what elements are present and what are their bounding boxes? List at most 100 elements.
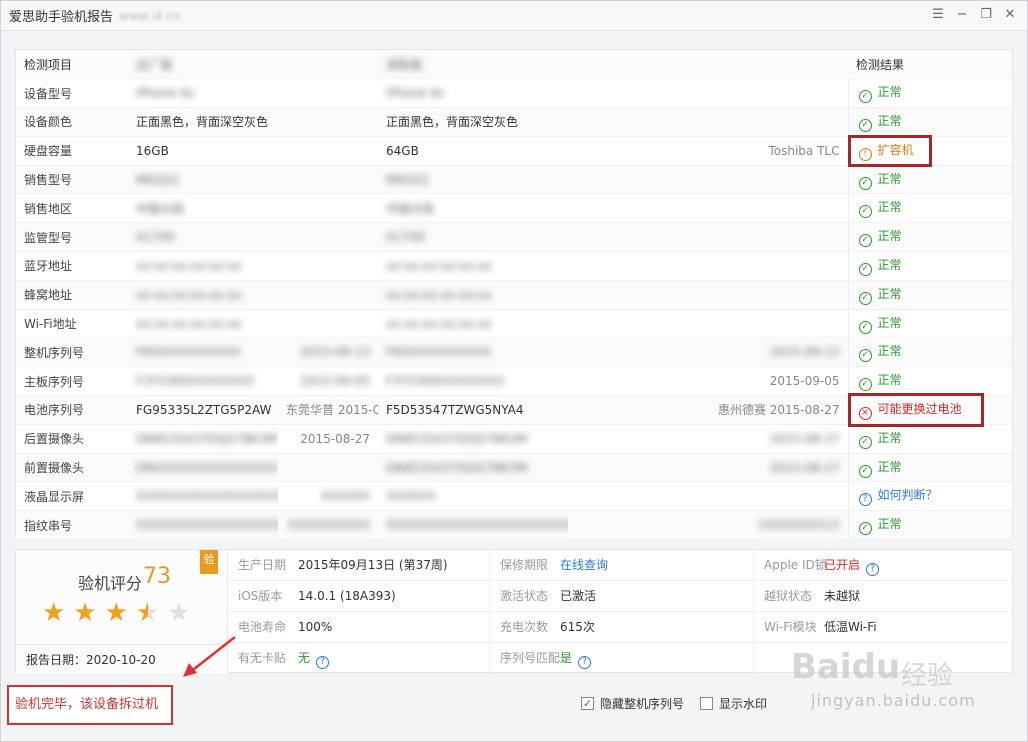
row-read-extra bbox=[568, 481, 848, 512]
info-cell: 充电次数 615次 bbox=[490, 612, 754, 643]
show-watermark-checkbox[interactable] bbox=[700, 697, 714, 710]
check-circle-icon: ✓ bbox=[858, 291, 872, 305]
col-header-read-extra bbox=[568, 50, 848, 80]
row-item-name: 设备颜色 bbox=[16, 107, 128, 137]
row-result-text: 如何判断？ bbox=[877, 488, 938, 503]
row-result-text: 正常 bbox=[877, 200, 902, 215]
row-factory-value: XXXXXXXXXXXXXXXXXXXX bbox=[128, 481, 278, 512]
table-row: 电池序列号FG95335L2ZTG5P2AW东莞华普 2015-08-14F5D… bbox=[16, 395, 1012, 425]
row-factory-value: 中国大陆 bbox=[128, 193, 278, 224]
col-header-read: 读取值 bbox=[378, 50, 568, 80]
row-read-value: FK0XXXXXXXXXX bbox=[378, 337, 568, 368]
check-circle-icon: ✓ bbox=[858, 435, 872, 449]
info-cell: 序列号匹配是? bbox=[490, 643, 754, 674]
help-icon[interactable]: ? bbox=[866, 563, 880, 576]
row-factory-extra: 2015-09-05 bbox=[278, 366, 378, 397]
row-read-value: 64GB bbox=[378, 136, 568, 166]
help-circle-icon: ? bbox=[858, 493, 872, 507]
row-factory-extra bbox=[278, 222, 378, 253]
check-circle-icon: ✓ bbox=[858, 118, 872, 132]
row-read-extra: 2015-09-05 bbox=[568, 366, 848, 397]
table-row: 指纹串号 XXXXXXXXXXXXXXXXX XXXXXXXXXX XXXXXXXXX… bbox=[16, 510, 1012, 541]
table-row: 设备颜色 正面黑色，背面深空灰色 正面黑色，背面深空灰色 ✓ 正常 bbox=[16, 107, 1012, 137]
row-factory-extra bbox=[278, 309, 378, 339]
row-read-value: iPhone 6s bbox=[378, 78, 568, 109]
row-item-name: 指纹串号 bbox=[16, 510, 128, 541]
row-read-value: F3Y5300XXXXXXXX bbox=[378, 366, 568, 397]
minimize-icon[interactable]: − bbox=[955, 7, 969, 23]
summary-panel: 验机评分 73 验 ★★★★★ 报告日期：2020-10-20 生产日期2015… bbox=[15, 549, 1014, 674]
row-read-extra bbox=[568, 193, 848, 224]
verified-badge: 验 bbox=[200, 550, 218, 574]
info-label: 激活状态 bbox=[500, 589, 549, 603]
row-read-extra: 2015-09-13 bbox=[568, 337, 848, 368]
col-header-factory: 出厂值 bbox=[128, 50, 278, 80]
info-cell: iOS版本 14.0.1 (18A393) bbox=[228, 581, 490, 612]
row-item-name: 销售地区 bbox=[16, 193, 128, 224]
hide-serial-checkbox[interactable]: ✓ bbox=[581, 697, 594, 710]
info-cell: Apple ID锁已开启? bbox=[754, 550, 1014, 581]
table-row: 设备型号 iPhone 6s iPhone 6s ✓ 正常 bbox=[16, 78, 1012, 109]
row-item-name: 设备型号 bbox=[16, 78, 128, 109]
row-read-extra bbox=[568, 222, 848, 253]
info-label: 电池寿命 bbox=[238, 620, 287, 634]
row-factory-extra: 2015-08-27 bbox=[278, 424, 378, 454]
table-row: 蓝牙地址 xx:xx:xx:xx:xx:xx xx:xx:xx:xx:xx:xx ✓ 正… bbox=[16, 251, 1012, 281]
row-factory-value: 正面黑色，背面深空灰色 bbox=[128, 107, 278, 137]
row-item-name: 后置摄像头 bbox=[16, 424, 128, 454]
check-circle-icon: ✓ bbox=[858, 90, 872, 104]
show-watermark-label: 显示水印 bbox=[719, 697, 768, 711]
row-result: × 可能更换过电池 bbox=[847, 395, 1012, 425]
check-circle-icon: ✓ bbox=[858, 262, 872, 276]
table-row: Wi-Fi地址 xx:xx:xx:xx:xx:xx xx:xx:xx:xx:xx:x… bbox=[16, 309, 1012, 339]
row-read-extra: 2015-08-27 bbox=[568, 453, 848, 483]
row-read-value: xx:xx:xx:xx:xx:xx bbox=[378, 280, 568, 310]
row-read-extra bbox=[568, 251, 848, 281]
title-bar: 爱思助手验机报告 www.i4.cn ☰ − ❐ ✕ bbox=[1, 1, 1027, 31]
window-title: 爱思助手验机报告 bbox=[9, 10, 114, 25]
row-result: ✓ 正常 bbox=[847, 366, 1012, 397]
footer-options: ✓ 隐藏整机序列号 显示水印 bbox=[581, 695, 767, 712]
row-result-text: 正常 bbox=[877, 344, 902, 359]
info-cell: 生产日期 2015年09月13日 (第37周) bbox=[228, 550, 490, 581]
row-factory-value: xx:xx:xx:xx:xx:xx bbox=[128, 251, 278, 281]
row-read-extra bbox=[568, 107, 848, 137]
row-result: ✓ 正常 bbox=[847, 165, 1012, 195]
check-circle-icon: ✓ bbox=[858, 234, 872, 248]
close-icon[interactable]: ✕ bbox=[1003, 7, 1017, 23]
row-result-text: 扩容机 bbox=[877, 142, 914, 157]
row-result: ✓ 正常 bbox=[847, 222, 1012, 253]
row-read-value: XXXXXX bbox=[378, 481, 568, 512]
row-read-value: DN8535437DQG7BK3M bbox=[378, 424, 568, 454]
info-value: 100% bbox=[298, 620, 333, 634]
window-title-url: www.i4.cn bbox=[119, 8, 181, 23]
restore-icon[interactable]: ❐ bbox=[979, 7, 993, 23]
help-icon[interactable]: ? bbox=[578, 656, 592, 669]
row-result: ✓ 正常 bbox=[847, 510, 1012, 541]
warranty-link[interactable]: 在线查询 bbox=[560, 558, 608, 572]
info-label: 有无卡贴 bbox=[238, 651, 287, 665]
window-controls: ☰ − ❐ ✕ bbox=[931, 7, 1017, 23]
help-icon[interactable]: ? bbox=[316, 656, 330, 669]
show-watermark-option[interactable]: 显示水印 bbox=[700, 695, 767, 712]
hide-serial-option[interactable]: ✓ 隐藏整机序列号 bbox=[581, 695, 684, 712]
row-item-name: 前置摄像头 bbox=[16, 453, 128, 483]
info-grid: 生产日期 2015年09月13日 (第37周) 保修期限 在线查询 Apple ID锁已… bbox=[228, 550, 1014, 674]
menu-icon[interactable]: ☰ bbox=[931, 7, 945, 23]
table-row: 蜂窝地址 xx:xx:xx:xx:xx:xx xx:xx:xx:xx:xx:xx ✓ 正… bbox=[16, 280, 1012, 310]
report-window: 爱思助手验机报告 www.i4.cn ☰ − ❐ ✕ 检测项目 出厂值 读取值 … bbox=[0, 0, 1028, 742]
info-label: 生产日期 bbox=[238, 558, 287, 572]
row-factory-value: FG95335L2ZTG5P2AW bbox=[128, 395, 278, 425]
row-result[interactable]: ? 如何判断？ bbox=[847, 481, 1012, 512]
info-cell: 保修期限 在线查询 bbox=[490, 550, 754, 581]
table-row: 整机序列号 FK0XXXXXXXXXX 2015-09-13 FK0XXXXXXXXX… bbox=[16, 337, 1012, 368]
row-read-extra bbox=[568, 165, 848, 195]
pointer-arrow bbox=[183, 636, 236, 677]
table-row: 后置摄像头 DN8535437DQG7BK3M 2015-08-27 DN853543… bbox=[16, 424, 1012, 454]
row-result-text: 正常 bbox=[877, 430, 902, 445]
row-item-name: 液晶显示屏 bbox=[16, 481, 128, 512]
check-circle-icon: ✓ bbox=[858, 464, 872, 478]
row-result: ✓ 正常 bbox=[847, 251, 1012, 281]
row-read-extra: Toshiba TLC bbox=[568, 136, 848, 166]
warning-circle-icon: ! bbox=[858, 147, 872, 161]
